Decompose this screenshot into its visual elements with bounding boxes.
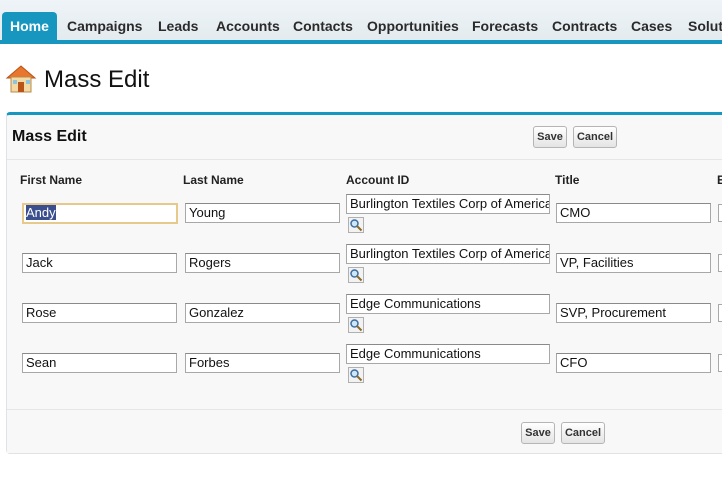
tab-bar-underline <box>0 40 722 44</box>
magnifier-icon[interactable] <box>348 317 364 333</box>
first-name-input[interactable]: Sean <box>22 353 177 373</box>
panel-title: Mass Edit <box>12 128 87 145</box>
house-icon <box>5 65 37 93</box>
tab-home[interactable]: Home <box>2 12 57 40</box>
title-input[interactable]: CFO <box>556 353 711 373</box>
tab-campaigns[interactable]: Campaigns <box>67 12 142 40</box>
tab-accounts[interactable]: Accounts <box>216 12 280 40</box>
header-divider <box>7 159 722 160</box>
first-name-input[interactable]: Rose <box>22 303 177 323</box>
last-name-input[interactable]: Gonzalez <box>185 303 340 323</box>
tab-leads[interactable]: Leads <box>158 12 198 40</box>
last-name-input[interactable]: Forbes <box>185 353 340 373</box>
title-input[interactable]: SVP, Procurement <box>556 303 711 323</box>
next-column-input[interactable] <box>718 304 722 322</box>
cancel-button-top[interactable]: Cancel <box>573 126 617 148</box>
account-id-input[interactable]: Burlington Textiles Corp of America <box>346 244 550 264</box>
column-header-account-id: Account ID <box>346 173 410 187</box>
column-header-first-name: First Name <box>20 173 83 187</box>
tab-contacts[interactable]: Contacts <box>293 12 353 40</box>
footer-bar <box>7 410 722 453</box>
account-id-input[interactable]: Burlington Textiles Corp of America <box>346 194 550 214</box>
tab-opportunities[interactable]: Opportunities <box>367 12 459 40</box>
account-id-input[interactable]: Edge Communications <box>346 344 550 364</box>
next-column-input[interactable] <box>718 354 722 372</box>
page-title: Mass Edit <box>44 66 150 93</box>
last-name-input[interactable]: Rogers <box>185 253 340 273</box>
column-header-next: E <box>717 173 722 187</box>
magnifier-icon[interactable] <box>348 267 364 283</box>
next-column-input[interactable] <box>718 204 722 222</box>
tab-forecasts[interactable]: Forecasts <box>472 12 538 40</box>
tab-contracts[interactable]: Contracts <box>552 12 617 40</box>
column-header-title: Title <box>555 173 580 187</box>
mass-edit-panel <box>6 112 722 454</box>
tab-solutions[interactable]: Solut <box>688 12 722 40</box>
title-input[interactable]: CMO <box>556 203 711 223</box>
save-button-top[interactable]: Save <box>533 126 567 148</box>
cancel-button-bottom[interactable]: Cancel <box>561 422 605 444</box>
column-header-last-name: Last Name <box>183 173 244 187</box>
first-name-input[interactable]: Jack <box>22 253 177 273</box>
save-button-bottom[interactable]: Save <box>521 422 555 444</box>
next-column-input[interactable] <box>718 254 722 272</box>
account-id-input[interactable]: Edge Communications <box>346 294 550 314</box>
magnifier-icon[interactable] <box>348 367 364 383</box>
first-name-input[interactable]: Andy <box>22 203 178 224</box>
last-name-input[interactable]: Young <box>185 203 340 223</box>
first-name-value: Andy <box>26 205 56 220</box>
title-input[interactable]: VP, Facilities <box>556 253 711 273</box>
magnifier-icon[interactable] <box>348 217 364 233</box>
tab-cases[interactable]: Cases <box>631 12 672 40</box>
